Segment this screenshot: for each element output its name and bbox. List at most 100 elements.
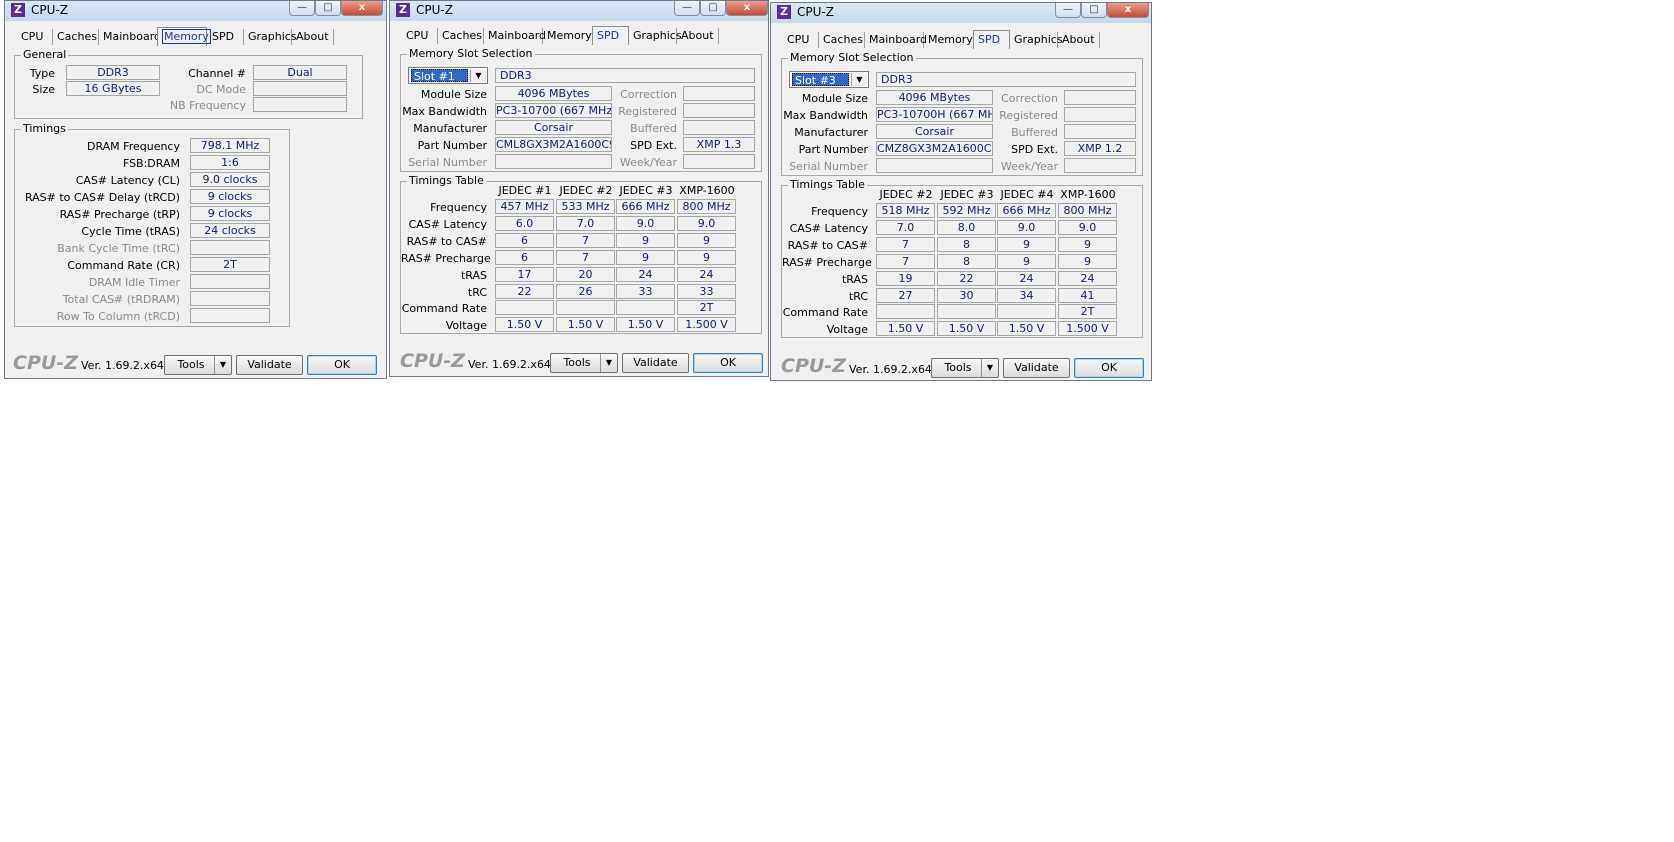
- tab-about[interactable]: About: [677, 28, 719, 44]
- registered-label: Registered: [618, 105, 677, 118]
- timings-table-legend: Timings Table: [788, 178, 867, 191]
- validate-button[interactable]: Validate: [1003, 358, 1070, 378]
- tab-caches[interactable]: Caches: [53, 29, 99, 45]
- timings-cell: 33: [616, 284, 675, 299]
- timing-label: Command Rate (CR): [67, 259, 180, 272]
- part-number-value: CMZ8GX3M2A1600C9: [876, 141, 993, 156]
- timings-table-group: Timings Table JEDEC #2 JEDEC #3 JEDEC #4…: [781, 178, 1143, 338]
- timing-value: [190, 274, 270, 289]
- ok-button[interactable]: OK: [307, 355, 377, 375]
- nb-frequency-value: [253, 97, 347, 112]
- close-button[interactable]: x: [726, 1, 768, 16]
- version-label: Ver. 1.69.2.x64: [849, 363, 932, 376]
- slot-select[interactable]: Slot #3 ▼: [789, 71, 869, 88]
- tab-memory-label: Memory: [162, 29, 211, 44]
- buffered-label: Buffered: [1011, 126, 1058, 139]
- minimize-button[interactable]: —: [289, 1, 315, 16]
- close-button[interactable]: x: [1107, 3, 1149, 18]
- timings-cell: 6: [495, 250, 554, 265]
- buffered-value: [1064, 124, 1136, 139]
- manufacturer-label: Manufacturer: [794, 126, 868, 139]
- timing-label: Cycle Time (tRAS): [81, 225, 180, 238]
- tab-caches[interactable]: Caches: [819, 32, 865, 48]
- title-bar[interactable]: Z CPU-Z — □ x: [771, 3, 1151, 23]
- tab-cpu[interactable]: CPU: [402, 28, 438, 44]
- chevron-down-icon[interactable]: ▼: [981, 359, 998, 377]
- tools-button[interactable]: Tools ▼: [931, 358, 999, 378]
- chevron-down-icon[interactable]: ▼: [851, 73, 867, 86]
- tab-mainboard[interactable]: Mainboard: [99, 29, 161, 45]
- timings-cell: 8: [937, 237, 996, 252]
- tab-mainboard[interactable]: Mainboard: [865, 32, 927, 48]
- tab-cpu[interactable]: CPU: [17, 29, 53, 45]
- timing-label: Row To Column (tRCD): [56, 310, 180, 323]
- ok-button[interactable]: OK: [693, 353, 763, 373]
- tab-caches[interactable]: Caches: [438, 28, 484, 44]
- timings-group: Timings DRAM Frequency 798.1 MHz FSB:DRA…: [14, 122, 290, 327]
- timings-row-label: Voltage: [445, 319, 487, 332]
- type-label: Type: [29, 67, 55, 80]
- slot-select[interactable]: Slot #1 ▼: [408, 67, 488, 84]
- close-button[interactable]: x: [341, 1, 383, 16]
- tab-about[interactable]: About: [292, 29, 334, 45]
- serial-number-value: [876, 158, 993, 173]
- ok-button[interactable]: OK: [1074, 358, 1144, 378]
- minimize-button[interactable]: —: [674, 1, 700, 16]
- tab-spd[interactable]: SPD: [592, 26, 629, 45]
- tab-memory[interactable]: Memory: [924, 32, 974, 48]
- timing-value: 2T: [190, 257, 270, 272]
- timings-cell: 22: [937, 271, 996, 286]
- serial-number-label: Serial Number: [789, 160, 868, 173]
- tab-about[interactable]: About: [1058, 32, 1100, 48]
- cpuz-window-memory: Z CPU-Z — □ x CPU Caches Mainboard Memor…: [4, 0, 387, 379]
- timings-row-label: tRC: [467, 286, 487, 299]
- timings-cell: 7.0: [556, 216, 615, 231]
- timings-row-label: RAS# Precharge: [782, 256, 872, 269]
- timings-cell: 9: [616, 250, 675, 265]
- validate-button[interactable]: Validate: [622, 353, 689, 373]
- tab-graphics[interactable]: Graphics: [1010, 32, 1063, 48]
- tab-memory[interactable]: Memory: [157, 27, 211, 46]
- tools-button[interactable]: Tools ▼: [550, 353, 618, 373]
- tab-graphics[interactable]: Graphics: [629, 28, 682, 44]
- buffered-value: [683, 120, 755, 135]
- timings-cell: 2T: [1058, 304, 1117, 319]
- timing-value: 9.0 clocks: [190, 172, 270, 187]
- tab-mainboard[interactable]: Mainboard: [484, 28, 546, 44]
- timings-cell: 1.500 V: [1058, 321, 1117, 336]
- tab-memory[interactable]: Memory: [543, 28, 593, 44]
- title-bar[interactable]: Z CPU-Z — □ x: [390, 1, 768, 21]
- timings-cell: 9.0: [1058, 220, 1117, 235]
- maximize-button[interactable]: □: [700, 1, 726, 16]
- timings-cell: 9.0: [997, 220, 1056, 235]
- timings-cell: [495, 300, 554, 315]
- title-bar[interactable]: Z CPU-Z — □ x: [5, 1, 386, 21]
- max-bandwidth-value: PC3-10700 (667 MHz): [495, 103, 612, 118]
- tab-graphics[interactable]: Graphics: [244, 29, 297, 45]
- module-size-label: Module Size: [420, 88, 487, 101]
- cpuz-app-icon: Z: [396, 3, 410, 17]
- tab-spd[interactable]: SPD: [973, 30, 1010, 49]
- tools-button[interactable]: Tools ▼: [164, 355, 232, 375]
- chevron-down-icon[interactable]: ▼: [600, 354, 617, 372]
- timing-label: RAS# to CAS# Delay (tRCD): [24, 191, 180, 204]
- timings-row-label: tRC: [848, 290, 868, 303]
- maximize-button[interactable]: □: [1081, 3, 1107, 18]
- correction-value: [683, 86, 755, 101]
- chevron-down-icon[interactable]: ▼: [470, 69, 486, 82]
- timing-label: DRAM Frequency: [86, 140, 180, 153]
- timings-row-label: Frequency: [430, 201, 487, 214]
- chevron-down-icon[interactable]: ▼: [214, 356, 231, 374]
- validate-button[interactable]: Validate: [236, 355, 303, 375]
- maximize-button[interactable]: □: [315, 1, 341, 16]
- general-group: General Type DDR3 Size 16 GBytes Channel…: [14, 48, 363, 119]
- timings-cell: 9.0: [616, 216, 675, 231]
- channel-value: Dual: [253, 65, 347, 80]
- tab-cpu[interactable]: CPU: [783, 32, 819, 48]
- timings-cell: 1.50 V: [876, 321, 935, 336]
- timings-cell: 9: [1058, 254, 1117, 269]
- timings-cell: 7: [556, 250, 615, 265]
- minimize-button[interactable]: —: [1055, 3, 1081, 18]
- tab-spd[interactable]: SPD: [208, 29, 244, 45]
- timing-value: 9 clocks: [190, 206, 270, 221]
